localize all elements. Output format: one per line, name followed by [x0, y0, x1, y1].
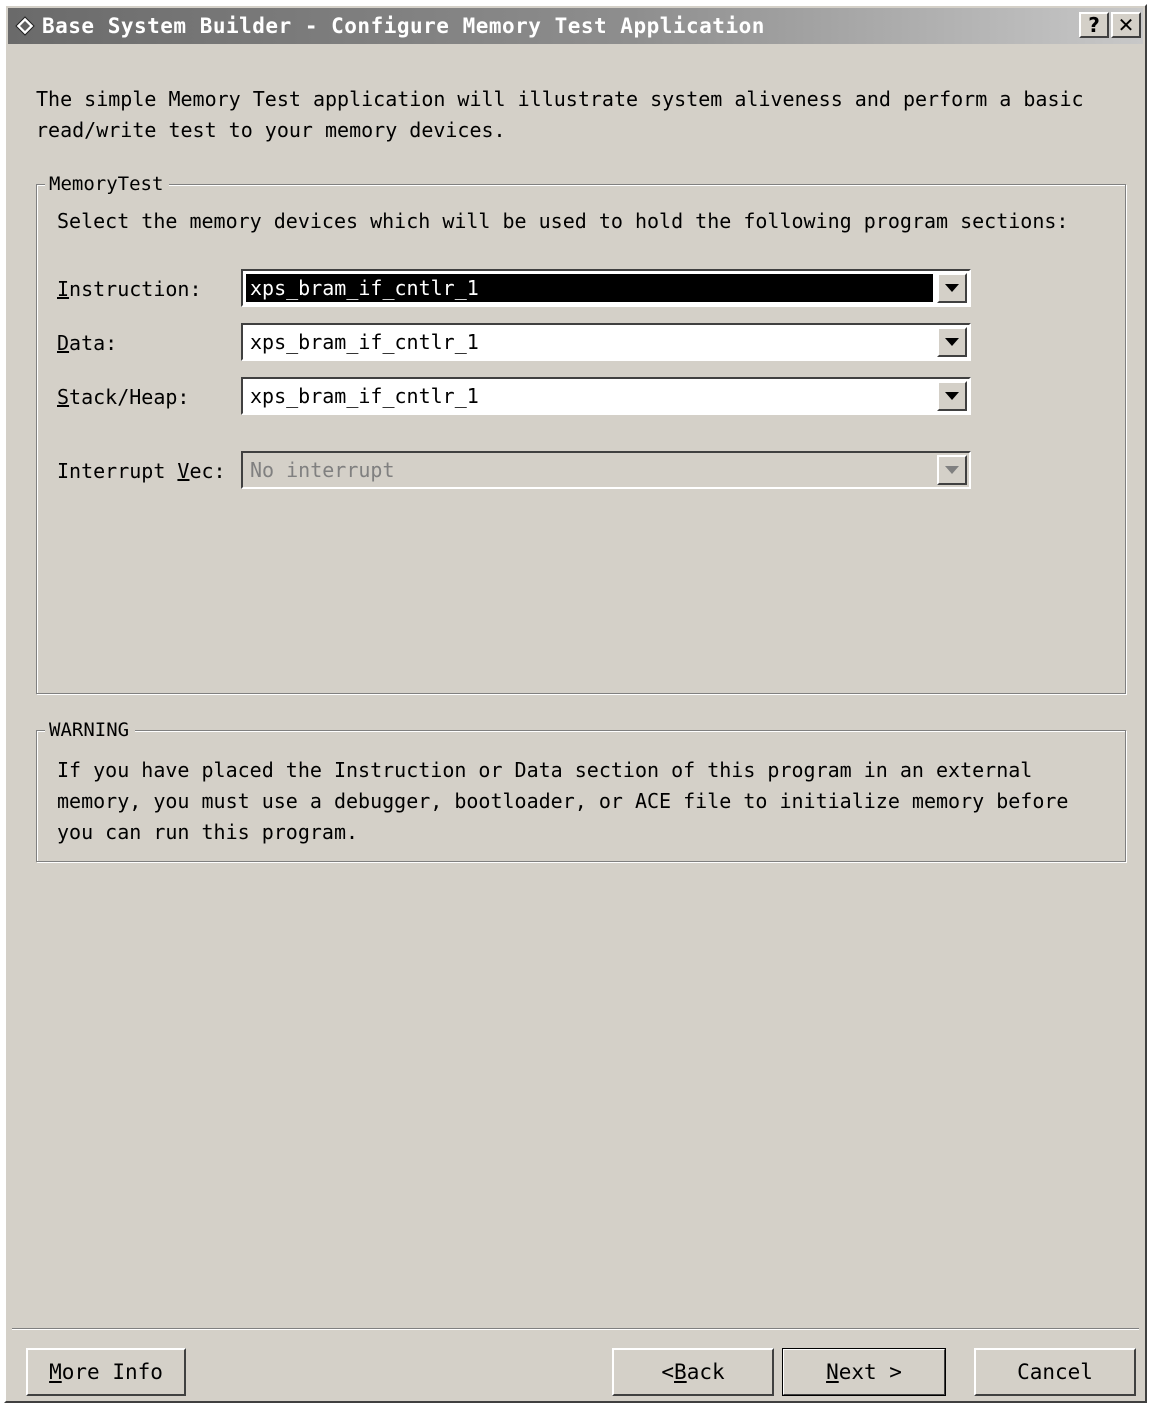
warning-line-1: If you have placed the Instruction or Da… [57, 758, 1033, 782]
interrupt-vec-label: Interrupt Vec: [57, 459, 226, 483]
interrupt-vec-select-value: No interrupt [250, 458, 395, 482]
data-label: Data: [57, 331, 118, 355]
memory-test-group: MemoryTest Select the memory devices whi… [36, 171, 1126, 694]
window-title: Base System Builder - Configure Memory T… [42, 14, 765, 38]
warning-line-2: memory, you must use a debugger, bootloa… [57, 789, 1069, 813]
help-icon: ? [1088, 13, 1100, 37]
stack-heap-select[interactable]: xps_bram_if_cntlr_1 [241, 377, 971, 415]
intro-text: The simple Memory Test application will … [36, 84, 1126, 146]
intro-line-1: The simple Memory Test application will … [36, 87, 1084, 111]
footer-separator [12, 1328, 1139, 1330]
data-select[interactable]: xps_bram_if_cntlr_1 [241, 323, 971, 361]
intro-line-2: read/write test to your memory devices. [36, 118, 506, 142]
stack-heap-dropdown-button[interactable] [937, 381, 967, 411]
instruction-select-value: xps_bram_if_cntlr_1 [245, 273, 934, 303]
help-button[interactable]: ? [1079, 12, 1109, 38]
app-icon [14, 15, 36, 37]
stack-heap-label: Stack/Heap: [57, 385, 190, 409]
chevron-down-icon [945, 466, 959, 474]
close-button[interactable]: ✕ [1111, 12, 1141, 38]
instruction-dropdown-button[interactable] [937, 273, 967, 303]
more-info-button[interactable]: More Info [26, 1348, 186, 1396]
instruction-label: Instruction: [57, 277, 202, 301]
warning-group: WARNING If you have placed the Instructi… [36, 717, 1126, 862]
chevron-down-icon [945, 338, 959, 346]
next-button[interactable]: Next > [782, 1348, 946, 1396]
chevron-down-icon [945, 284, 959, 292]
warning-line-3: you can run this program. [57, 820, 359, 844]
title-bar[interactable]: Base System Builder - Configure Memory T… [8, 8, 1143, 44]
memory-instructions: Select the memory devices which will be … [57, 209, 1069, 233]
data-select-value: xps_bram_if_cntlr_1 [250, 330, 479, 354]
close-icon: ✕ [1117, 13, 1135, 37]
memory-test-legend: MemoryTest [45, 171, 170, 197]
interrupt-vec-dropdown-button [937, 455, 967, 485]
cancel-button[interactable]: Cancel [974, 1348, 1136, 1396]
chevron-down-icon [945, 392, 959, 400]
back-button[interactable]: < Back [612, 1348, 774, 1396]
data-dropdown-button[interactable] [937, 327, 967, 357]
dialog-window: Base System Builder - Configure Memory T… [4, 4, 1147, 1403]
warning-legend: WARNING [45, 717, 136, 743]
stack-heap-select-value: xps_bram_if_cntlr_1 [250, 384, 479, 408]
warning-text: If you have placed the Instruction or Da… [57, 755, 1107, 848]
instruction-select[interactable]: xps_bram_if_cntlr_1 [241, 269, 971, 307]
interrupt-vec-select: No interrupt [241, 451, 971, 489]
